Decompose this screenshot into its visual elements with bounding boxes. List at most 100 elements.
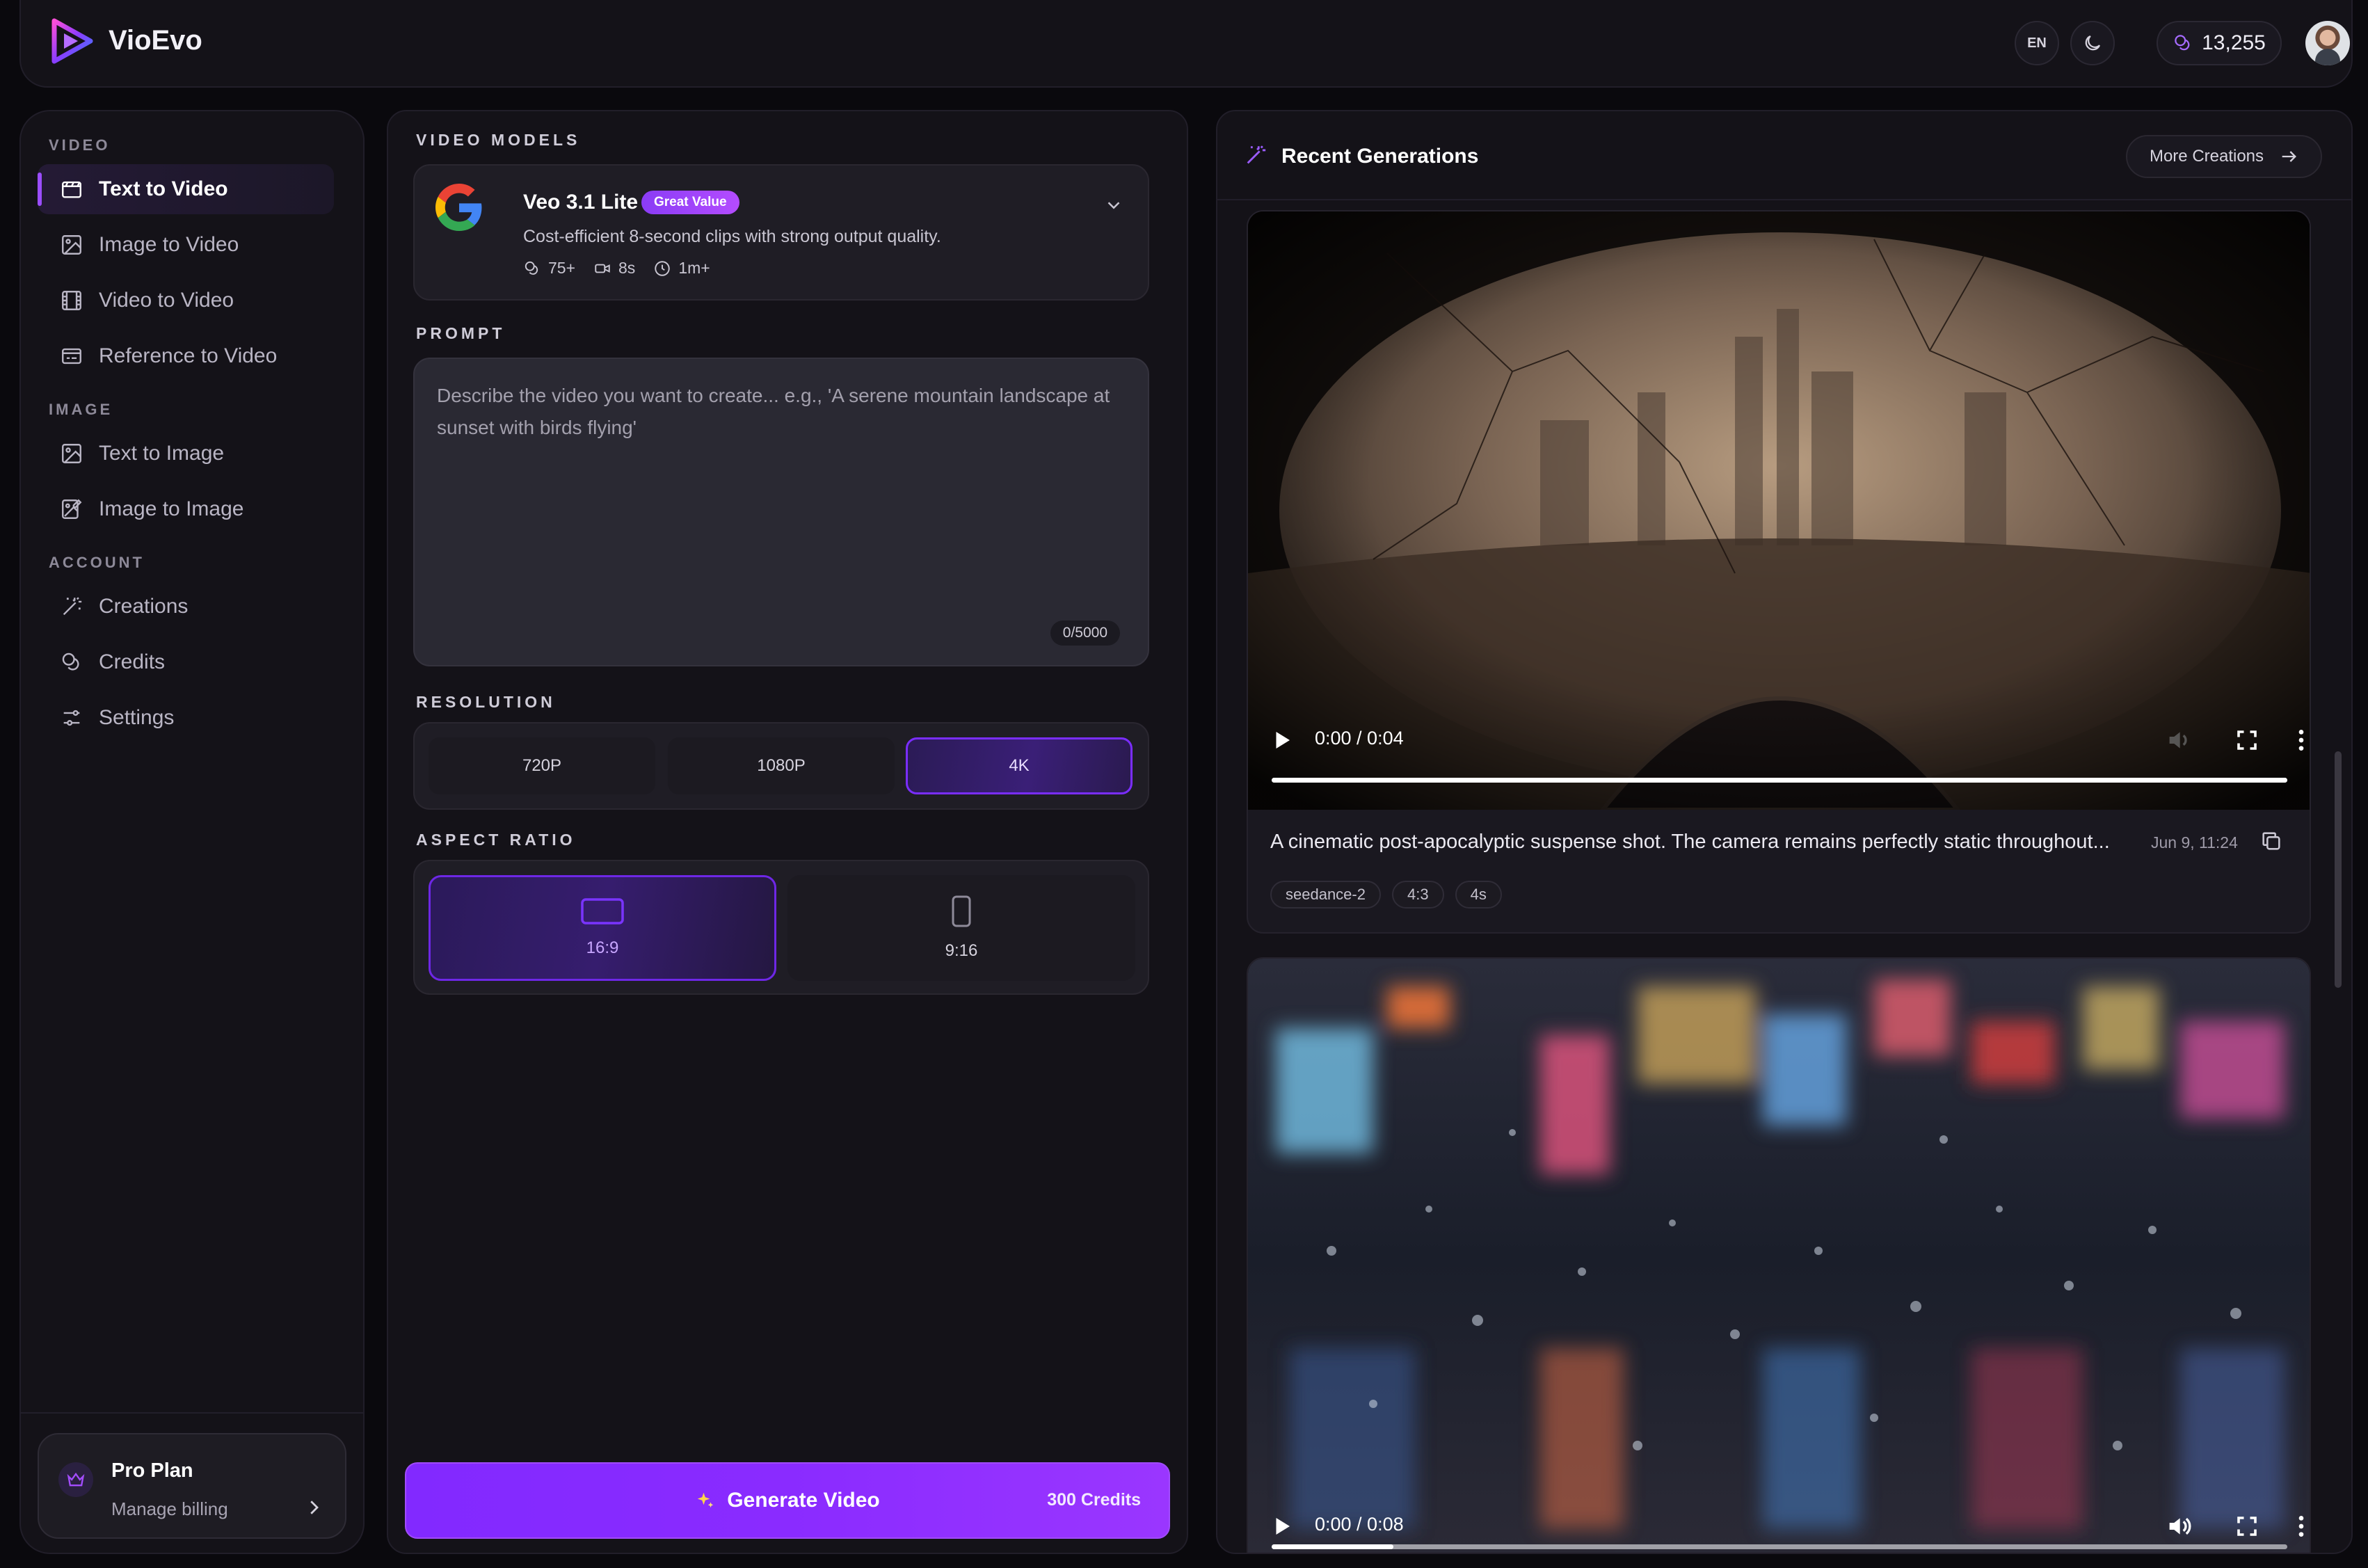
moon-icon <box>2085 35 2101 51</box>
plan-icon-wrap <box>58 1462 93 1497</box>
generation-caption: A cinematic post-apocalyptic suspense sh… <box>1270 831 2110 853</box>
resolution-option-4k[interactable]: 4K <box>906 737 1133 794</box>
video-progress-bar[interactable] <box>1272 778 2287 783</box>
great-value-badge: Great Value <box>641 191 739 214</box>
sidebar-item-label: Reference to Video <box>99 344 278 367</box>
tag-aspect: 4:3 <box>1391 881 1444 909</box>
sidebar-item-label: Image to Video <box>99 233 239 256</box>
generate-video-button[interactable]: Generate Video 300 Credits <box>405 1462 1170 1539</box>
play-icon[interactable] <box>1269 728 1294 753</box>
sidebar-item-image-to-video[interactable]: Image to Video <box>38 220 334 270</box>
generation-tags: seedance-2 4:3 4s <box>1270 881 1502 909</box>
prompt-box: 0/5000 <box>413 358 1149 666</box>
generation-date: Jun 9, 11:24 <box>2151 833 2238 851</box>
clock-icon <box>655 260 671 276</box>
portrait-frame-icon <box>952 895 971 927</box>
copy-icon[interactable] <box>2259 829 2283 853</box>
generate-label: Generate Video <box>727 1489 880 1512</box>
tag-model: seedance-2 <box>1270 881 1381 909</box>
film-icon <box>62 291 81 310</box>
model-name: Veo 3.1 Lite <box>523 191 639 214</box>
sidebar: VIDEO Text to Video Image to Video Video… <box>19 110 365 1554</box>
credits-balance-button[interactable]: 13,255 <box>2157 21 2282 65</box>
more-options-icon[interactable] <box>2287 726 2310 754</box>
credits-balance: 13,255 <box>2202 31 2266 54</box>
generation-form-panel: VIDEO MODELS Veo 3.1 Lite Great Value Co… <box>387 110 1188 1554</box>
sidebar-item-text-to-video[interactable]: Text to Video <box>38 164 334 214</box>
sidebar-item-reference-to-video[interactable]: Reference to Video <box>38 331 334 381</box>
plan-title: Pro Plan <box>111 1459 193 1482</box>
video-progress-fill <box>1272 778 2287 783</box>
prompt-char-counter: 0/5000 <box>1050 621 1120 646</box>
section-label-video: VIDEO <box>49 136 111 154</box>
manage-billing-link[interactable]: Manage billing <box>111 1498 228 1520</box>
resolution-option-1080p[interactable]: 1080P <box>668 737 895 794</box>
vioevo-logo-icon[interactable] <box>49 18 95 64</box>
model-meta-duration: 8s <box>593 259 635 278</box>
sliders-icon <box>63 710 80 726</box>
prompt-label: PROMPT <box>416 324 506 342</box>
pro-plan-card[interactable]: Pro Plan Manage billing <box>38 1433 346 1539</box>
language-button[interactable]: EN <box>2015 21 2059 65</box>
sidebar-item-label: Text to Video <box>99 177 228 200</box>
sidebar-item-label: Settings <box>99 706 175 729</box>
sidebar-item-creations[interactable]: Creations <box>38 582 334 632</box>
sidebar-item-label: Video to Video <box>99 289 234 312</box>
sidebar-item-credits[interactable]: Credits <box>38 637 334 687</box>
aspect-ratio-selector: 16:9 9:16 <box>413 860 1149 995</box>
volume-icon[interactable] <box>2165 726 2193 754</box>
sidebar-item-video-to-video[interactable]: Video to Video <box>38 275 334 326</box>
coins-icon <box>62 653 79 671</box>
recent-generations-panel: Recent Generations More Creations 0:00 /… <box>1216 110 2353 1554</box>
volume-icon[interactable] <box>2165 1512 2193 1540</box>
model-meta-time: 1m+ <box>653 259 710 278</box>
more-options-icon[interactable] <box>2287 1512 2310 1540</box>
model-selector[interactable]: Veo 3.1 Lite Great Value Cost-efficient … <box>413 164 1149 301</box>
image-edit-icon <box>62 499 82 519</box>
video-player[interactable]: 0:00 / 0:08 <box>1248 959 2310 1553</box>
coins-icon <box>2175 35 2190 51</box>
aspect-option-9-16[interactable]: 9:16 <box>787 875 1135 981</box>
play-icon[interactable] <box>1269 1514 1294 1539</box>
sparkles-icon <box>697 1492 714 1507</box>
sidebar-item-label: Creations <box>99 595 189 618</box>
landscape-frame-icon <box>581 898 624 925</box>
recent-generations-title: Recent Generations <box>1281 145 1479 168</box>
section-label-image: IMAGE <box>49 401 113 418</box>
prompt-input[interactable] <box>415 359 1148 665</box>
video-thumbnail-rainy-street <box>1248 959 2310 1553</box>
sidebar-item-settings[interactable]: Settings <box>38 693 334 743</box>
chevron-down-icon <box>1107 202 1120 209</box>
theme-toggle-button[interactable] <box>2070 21 2115 65</box>
video-player[interactable]: 0:00 / 0:04 <box>1248 211 2310 810</box>
video-progress-bar[interactable] <box>1272 1544 2287 1549</box>
arrow-right-icon <box>2282 151 2297 162</box>
aspect-option-16-9[interactable]: 16:9 <box>429 875 776 981</box>
fullscreen-icon[interactable] <box>2234 728 2259 753</box>
scrollbar[interactable] <box>2335 751 2342 988</box>
top-bar: VioEvo EN 13,255 <box>19 0 2353 88</box>
resolution-label: RESOLUTION <box>416 693 556 711</box>
reference-icon <box>62 348 81 365</box>
avatar[interactable] <box>2305 21 2350 65</box>
fullscreen-icon[interactable] <box>2234 1514 2259 1539</box>
sidebar-item-label: Credits <box>99 650 166 673</box>
video-time: 0:00 / 0:04 <box>1315 728 1404 749</box>
section-label-account: ACCOUNT <box>49 554 145 571</box>
model-meta-credits: 75+ <box>523 259 575 278</box>
text-video-icon <box>62 181 81 198</box>
image-icon <box>62 444 81 463</box>
sidebar-item-image-to-image[interactable]: Image to Image <box>38 484 334 534</box>
brand-name[interactable]: VioEvo <box>109 25 202 56</box>
resolution-selector: 720P 1080P 4K <box>413 722 1149 810</box>
video-thumbnail-cracked-visor <box>1248 211 2310 810</box>
more-creations-button[interactable]: More Creations <box>2126 135 2322 178</box>
generate-cost: 300 Credits <box>1047 1490 1141 1510</box>
video-progress-fill <box>1272 1544 1394 1549</box>
resolution-option-720p[interactable]: 720P <box>429 737 655 794</box>
video-models-label: VIDEO MODELS <box>416 131 581 149</box>
generation-card: 0:00 / 0:08 <box>1247 957 2311 1553</box>
model-description: Cost-efficient 8-second clips with stron… <box>523 227 941 246</box>
sidebar-item-text-to-image[interactable]: Text to Image <box>38 429 334 479</box>
wand-icon <box>63 597 82 616</box>
